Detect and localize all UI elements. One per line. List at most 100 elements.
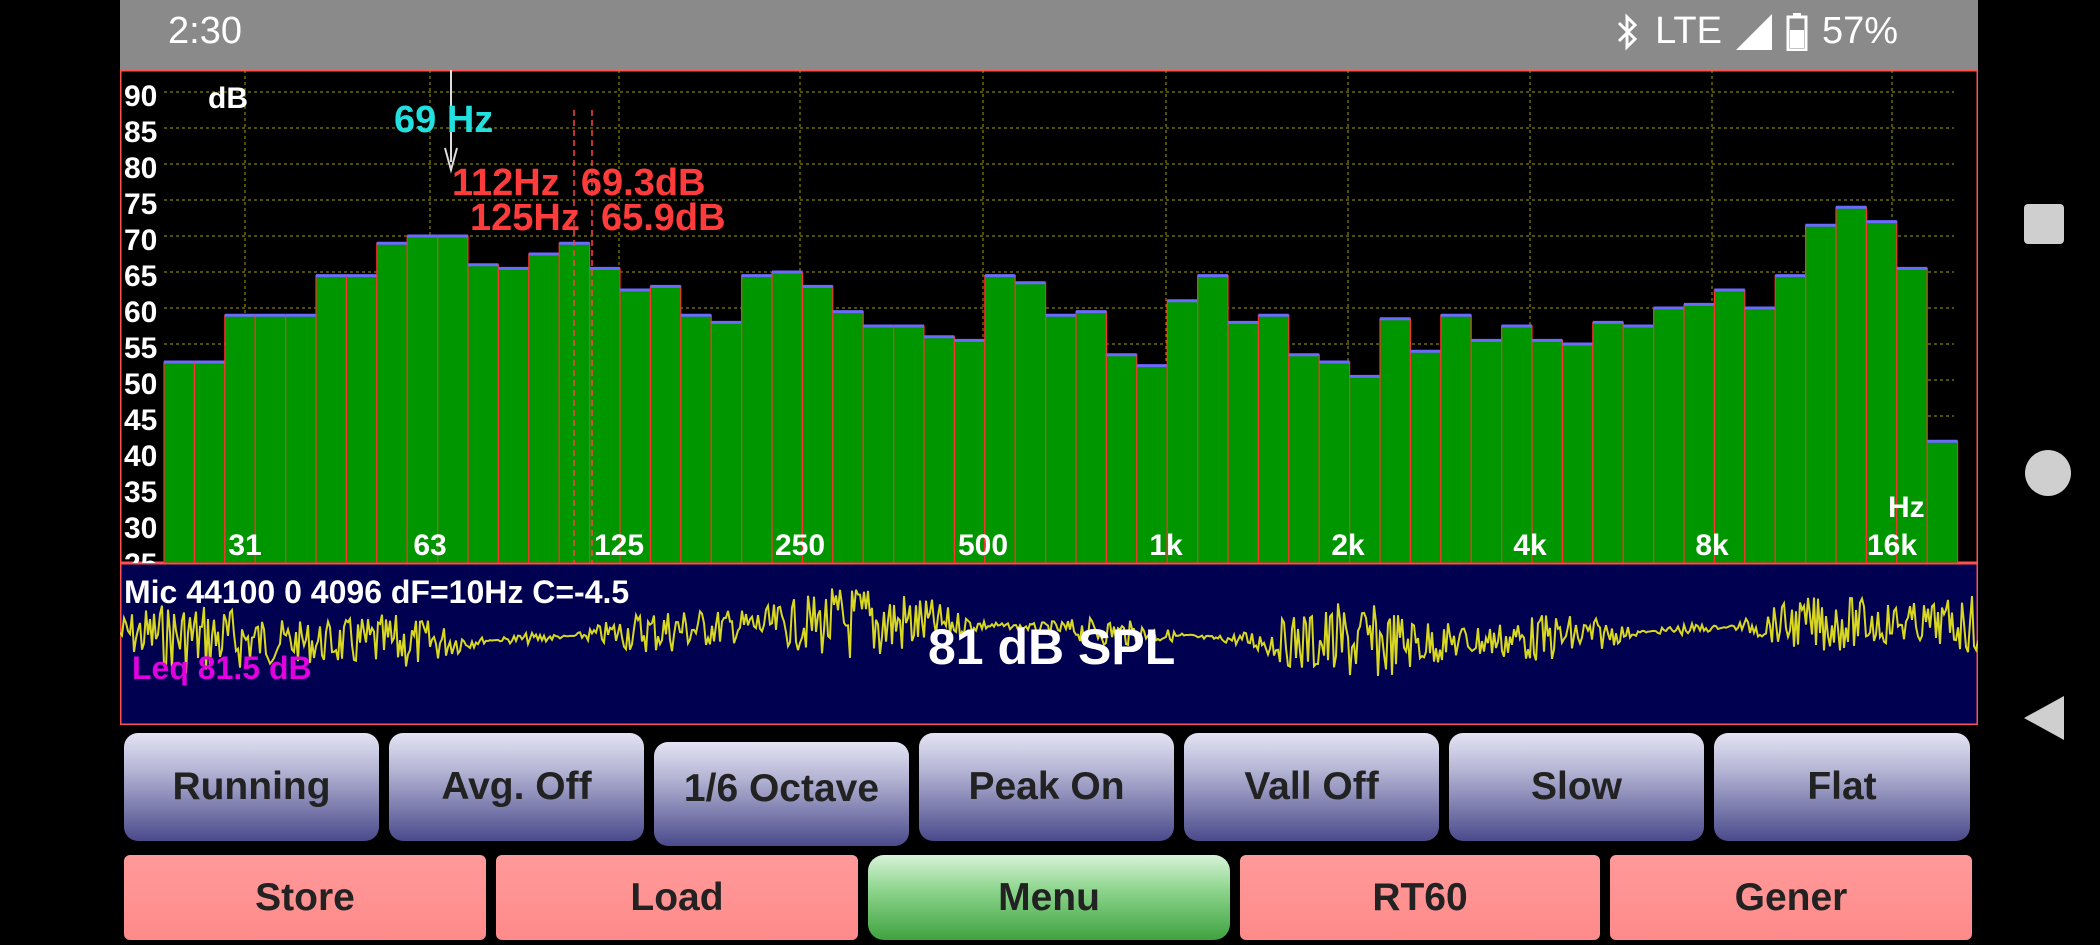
spectrum-bar bbox=[649, 285, 682, 563]
spl-readout: 81 dB SPL bbox=[928, 619, 1176, 675]
x-tick-label: 500 bbox=[958, 529, 1008, 562]
generator-button[interactable]: Gener bbox=[1610, 855, 1972, 940]
spectrum-bar bbox=[1440, 314, 1472, 563]
back-icon[interactable] bbox=[2024, 696, 2064, 740]
spectrum-bar bbox=[862, 325, 895, 563]
y-tick-label: 85 bbox=[124, 116, 157, 149]
spectrum-bar bbox=[193, 361, 226, 563]
spectrum-bar bbox=[437, 235, 469, 563]
rt60-button[interactable]: RT60 bbox=[1240, 855, 1600, 940]
spectrum-bar bbox=[1227, 321, 1259, 563]
spectrum-bar bbox=[467, 264, 499, 563]
x-tick-label: 1k bbox=[1149, 529, 1183, 562]
peak-label-2: 125Hz 65.9dB bbox=[470, 197, 726, 239]
leq-readout: Leq 81.5 dB bbox=[132, 650, 312, 686]
load-button[interactable]: Load bbox=[496, 855, 858, 940]
spectrum-bar bbox=[1713, 289, 1746, 563]
octave-button[interactable]: 1/6 Octave bbox=[654, 742, 909, 846]
spectrum-bar bbox=[801, 285, 834, 563]
spectrum-bar bbox=[1622, 325, 1655, 563]
x-unit-label: Hz bbox=[1888, 491, 1925, 524]
spectrum-bar bbox=[1075, 311, 1107, 563]
y-tick-label: 35 bbox=[124, 476, 157, 509]
spectrum-bar bbox=[771, 271, 803, 563]
spectrum-bar bbox=[832, 311, 864, 563]
x-tick-label: 125 bbox=[594, 529, 644, 562]
valley-button[interactable]: Vall Off bbox=[1184, 733, 1439, 841]
spectrum-bar bbox=[1044, 314, 1077, 563]
y-tick-label: 30 bbox=[124, 512, 157, 545]
spectrum-chart[interactable]: 90858075706560555045403530 25 31 63 125 250 5… bbox=[120, 70, 1978, 563]
spectrum-bar bbox=[1683, 303, 1715, 563]
spectrum-bar bbox=[619, 289, 651, 563]
spectrum-bar bbox=[497, 267, 530, 563]
y-tick-label: 60 bbox=[124, 296, 157, 329]
x-tick-label: 31 bbox=[228, 529, 261, 562]
y-tick-label: 50 bbox=[124, 368, 157, 401]
signal-icon bbox=[1735, 13, 1772, 50]
spectrum-bar bbox=[710, 321, 743, 563]
spectrum-bar bbox=[1804, 224, 1837, 563]
spectrum-bar bbox=[315, 275, 347, 563]
y-tick-label: 80 bbox=[124, 152, 157, 185]
spectrum-bar bbox=[224, 314, 256, 563]
status-time: 2:30 bbox=[168, 10, 242, 52]
spectrum-bar bbox=[1500, 325, 1533, 563]
weighting-button[interactable]: Flat bbox=[1714, 733, 1970, 841]
spectrum-bar bbox=[740, 275, 773, 563]
cursor-frequency-label: 69 Hz bbox=[394, 99, 493, 141]
x-tick-label: 250 bbox=[775, 529, 825, 562]
recents-icon[interactable] bbox=[2024, 204, 2064, 244]
x-tick-label: 16k bbox=[1867, 529, 1917, 562]
spectrum-bar bbox=[1409, 350, 1442, 563]
network-type: LTE bbox=[1655, 10, 1722, 52]
spectrum-bar bbox=[1105, 354, 1138, 563]
spectrum-bar bbox=[406, 235, 439, 563]
spectrum-bar bbox=[1470, 339, 1503, 563]
navigation-bar bbox=[1978, 0, 2100, 945]
x-tick-label: 4k bbox=[1513, 529, 1547, 562]
spectrum-bar bbox=[923, 336, 955, 563]
spectrum-bar bbox=[1257, 314, 1290, 563]
battery-percent: 57% bbox=[1821, 10, 1898, 52]
status-icons: LTE 57% bbox=[1615, 10, 1898, 53]
spectrum-bar bbox=[1014, 282, 1047, 563]
store-button[interactable]: Store bbox=[124, 855, 486, 940]
y-tick-label: 55 bbox=[124, 332, 157, 365]
spectrum-bar bbox=[589, 267, 621, 563]
home-icon[interactable] bbox=[2024, 449, 2072, 497]
spectrum-bar bbox=[285, 314, 317, 563]
y-tick-label: 25 bbox=[124, 548, 157, 563]
y-tick-label: 75 bbox=[124, 188, 157, 221]
spectrum-bar bbox=[345, 275, 378, 563]
spectrum-bar bbox=[1166, 300, 1199, 563]
status-bar: 2:30 LTE 57% bbox=[120, 0, 1978, 70]
spectrum-bar bbox=[1288, 354, 1320, 563]
spectrum-bar bbox=[680, 314, 712, 563]
running-button[interactable]: Running bbox=[124, 733, 379, 841]
menu-button[interactable]: Menu bbox=[868, 855, 1230, 940]
spectrum-bar bbox=[1561, 343, 1594, 563]
peak-button[interactable]: Peak On bbox=[919, 733, 1174, 841]
mic-info: Mic 44100 0 4096 dF=10Hz C=-4.5 bbox=[124, 574, 630, 610]
spectrum-bar bbox=[1744, 307, 1776, 563]
spectrum-bar bbox=[1652, 307, 1685, 563]
x-tick-label: 2k bbox=[1331, 529, 1365, 562]
spectrum-bar bbox=[1835, 206, 1867, 563]
spectrum-bar bbox=[984, 275, 1016, 563]
battery-icon bbox=[1786, 12, 1808, 51]
spectrum-bar bbox=[376, 242, 408, 563]
spectrum-bar bbox=[1926, 440, 1959, 563]
response-speed-button[interactable]: Slow bbox=[1449, 733, 1704, 841]
x-tick-label: 8k bbox=[1695, 529, 1729, 562]
spectrum-bar bbox=[254, 314, 287, 563]
y-tick-label: 65 bbox=[124, 260, 157, 293]
spectrum-bar bbox=[528, 253, 560, 563]
spectrum-bar bbox=[1592, 321, 1624, 563]
y-unit-label: dB bbox=[208, 82, 248, 115]
x-tick-label: 63 bbox=[413, 529, 446, 562]
y-tick-label: 70 bbox=[124, 224, 157, 257]
average-button[interactable]: Avg. Off bbox=[389, 733, 644, 841]
spectrum-bar bbox=[1774, 275, 1807, 563]
y-tick-label: 45 bbox=[124, 404, 157, 437]
